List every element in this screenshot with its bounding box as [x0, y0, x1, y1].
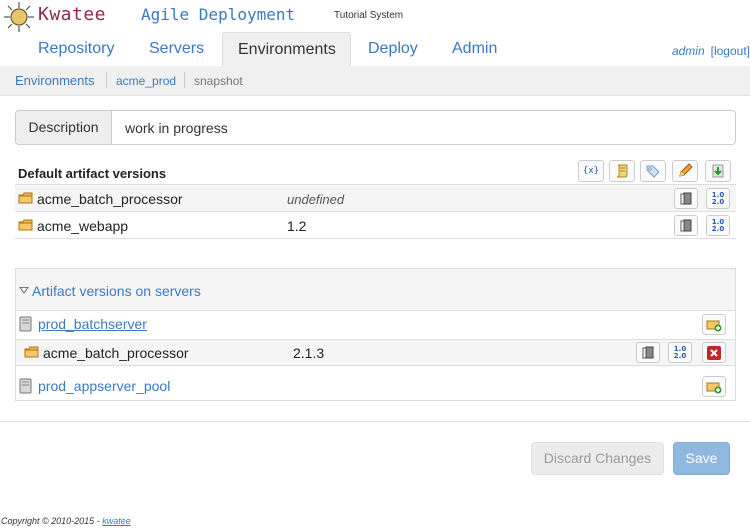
description-input[interactable]	[113, 111, 733, 144]
user-box: admin [logout]	[672, 44, 750, 58]
user-link[interactable]: admin	[672, 44, 705, 58]
breadcrumb-snapshot: snapshot	[194, 74, 243, 88]
breadcrumb-separator	[184, 72, 185, 88]
artifact-icon	[24, 346, 39, 358]
tab-servers[interactable]: Servers	[133, 32, 220, 66]
variables-button[interactable]: {x}	[578, 160, 604, 182]
copy-icon	[680, 192, 692, 204]
copy-button[interactable]	[674, 188, 698, 209]
artifact-version[interactable]: 2.1.3	[293, 345, 324, 361]
default-versions-table: acme_batch_processor undefined 1.0 2.0 ac…	[15, 184, 736, 239]
artifact-version[interactable]: undefined	[287, 192, 344, 207]
add-artifact-button[interactable]	[702, 314, 726, 335]
copy-icon	[680, 219, 692, 231]
pencil-icon	[679, 163, 693, 177]
tab-repository[interactable]: Repository	[22, 32, 130, 66]
server-versions-header[interactable]: Artifact versions on servers	[16, 269, 735, 311]
copyright-text: Copyright © 2010-2015 -	[1, 516, 103, 526]
footer: Copyright © 2010-2015 - kwatee	[1, 516, 131, 526]
tag-icon	[646, 165, 660, 178]
delete-icon	[707, 345, 721, 360]
import-button[interactable]	[705, 160, 731, 182]
variables-icon: {x}	[582, 166, 600, 176]
breadcrumb-environment[interactable]: acme_prod	[116, 74, 176, 88]
artifact-version[interactable]: 1.2	[287, 218, 306, 234]
scroll-button[interactable]	[609, 160, 635, 182]
tag-button[interactable]	[640, 160, 666, 182]
version-icon: 1.0 2.0	[711, 217, 725, 233]
breadcrumb: Environments acme_prod snapshot	[0, 66, 750, 96]
description-label: Description	[16, 111, 112, 144]
discard-changes-button[interactable]: Discard Changes	[531, 442, 664, 475]
version-icon: 1.0 2.0	[711, 190, 725, 206]
server-icon	[19, 316, 32, 332]
scroll-icon	[616, 164, 628, 178]
server-icon	[19, 378, 32, 394]
copy-button[interactable]	[674, 215, 698, 236]
artifact-icon	[18, 192, 33, 204]
tab-environments[interactable]: Environments	[222, 32, 351, 66]
table-row: acme_webapp 1.2 1.0 2.0	[15, 212, 736, 239]
app-header: Kwatee Agile Deployment Tutorial System …	[0, 0, 750, 66]
server-versions-panel: Artifact versions on servers prod_batchs…	[15, 268, 736, 401]
version-button[interactable]: 1.0 2.0	[706, 188, 730, 209]
brand-subtitle: Agile Deployment	[141, 5, 296, 24]
server-link[interactable]: prod_batchserver	[38, 316, 147, 332]
version-button[interactable]: 1.0 2.0	[706, 215, 730, 236]
breadcrumb-separator	[106, 72, 107, 88]
artifact-icon	[18, 219, 33, 231]
artifact-name: acme_batch_processor	[37, 191, 183, 207]
copy-icon	[642, 346, 654, 358]
tab-deploy[interactable]: Deploy	[352, 32, 434, 66]
version-button[interactable]: 1.0 2.0	[668, 342, 692, 363]
copy-button[interactable]	[636, 342, 660, 363]
tab-admin[interactable]: Admin	[436, 32, 513, 66]
delete-button[interactable]	[702, 342, 726, 363]
save-button[interactable]: Save	[673, 442, 730, 475]
default-versions-title: Default artifact versions	[18, 166, 167, 181]
add-artifact-button[interactable]	[702, 376, 726, 397]
server-versions-title[interactable]: Artifact versions on servers	[32, 283, 201, 299]
server-row: prod_appserver_pool	[16, 373, 735, 400]
version-icon: 1.0 2.0	[673, 344, 687, 360]
add-artifact-icon	[706, 382, 722, 393]
server-row: prod_batchserver	[16, 311, 735, 338]
logout-link[interactable]: [logout]	[711, 44, 750, 58]
kwatee-link[interactable]: kwatee	[102, 516, 131, 526]
edit-button[interactable]	[672, 160, 698, 182]
artifact-name: acme_webapp	[37, 218, 129, 234]
breadcrumb-environments[interactable]: Environments	[15, 73, 94, 88]
brand-name: Kwatee	[38, 4, 107, 25]
import-icon	[712, 164, 724, 178]
description-group: Description	[15, 110, 736, 145]
add-artifact-icon	[706, 320, 722, 331]
artifact-name: acme_batch_processor	[43, 345, 189, 361]
table-row: acme_batch_processor 2.1.3 1.0 2.0	[16, 339, 735, 366]
collapse-triangle-icon[interactable]	[19, 287, 29, 294]
sun-logo-icon	[4, 2, 34, 32]
table-row: acme_batch_processor undefined 1.0 2.0	[15, 185, 736, 212]
divider	[0, 421, 750, 422]
server-link[interactable]: prod_appserver_pool	[38, 378, 170, 394]
system-name: Tutorial System	[334, 10, 404, 21]
